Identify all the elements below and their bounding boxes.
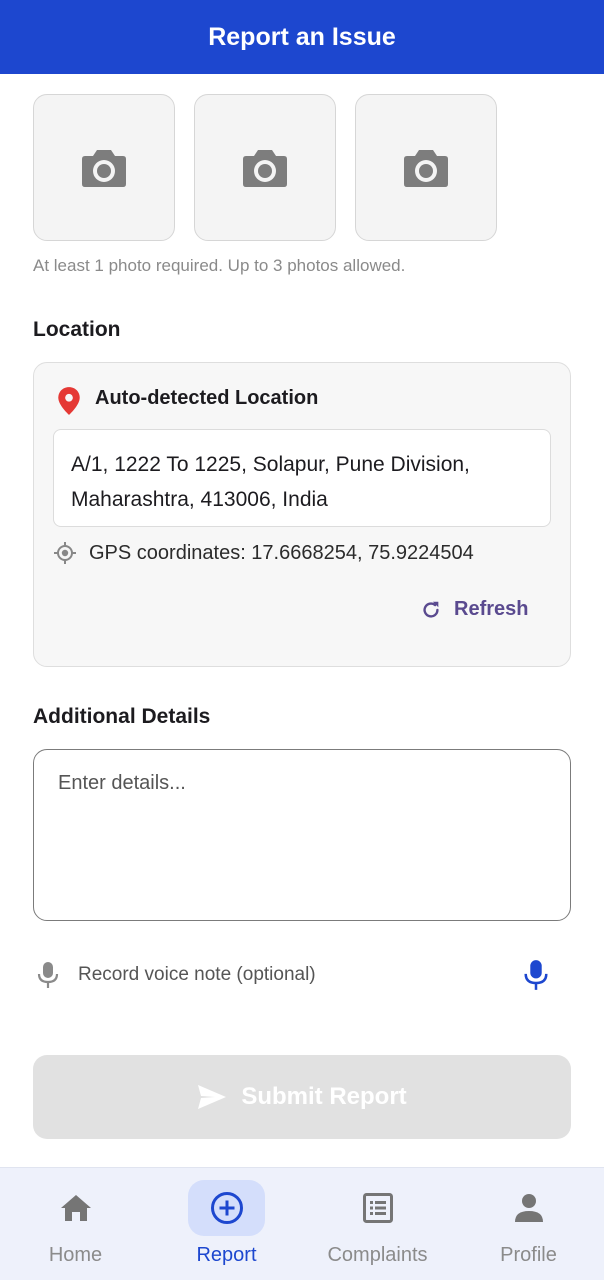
photo-slot-2[interactable] [194,94,336,241]
nav-icon-container [40,1180,112,1236]
camera-icon [404,149,448,187]
details-section-title: Additional Details [33,705,211,728]
nav-icon-container [188,1180,265,1236]
nav-label-complaints: Complaints [327,1244,428,1266]
add-circle-icon [210,1192,243,1224]
address-field: A/1, 1222 To 1225, Solapur, Pune Divisio… [53,429,551,527]
nav-item-home[interactable]: Home [0,1168,151,1281]
nav-label-home: Home [48,1244,103,1266]
gps-coordinates: GPS coordinates: 17.6668254, 75.9224504 [89,542,474,564]
nav-label-profile: Profile [500,1244,557,1266]
refresh-icon [423,601,439,618]
voice-note-label: Record voice note (optional) [78,964,316,985]
location-card: Auto-detected Location A/1, 1222 To 1225… [33,362,571,667]
details-placeholder: Enter details... [58,772,186,794]
camera-icon [243,149,287,187]
gps-target-icon [54,542,76,564]
details-input[interactable]: Enter details... [33,749,571,921]
location-card-title: Auto-detected Location [95,387,319,409]
nav-item-complaints[interactable]: Complaints [302,1168,453,1281]
refresh-label: Refresh [454,598,529,620]
camera-icon [82,149,126,187]
location-pin-icon [58,387,80,415]
submit-report-label: Submit Report [241,1083,407,1110]
person-icon [515,1194,543,1222]
nav-item-profile[interactable]: Profile [453,1168,604,1281]
nav-icon-container [342,1180,414,1236]
photo-helper-text: At least 1 photo required. Up to 3 photo… [33,256,406,275]
list-icon [363,1193,393,1223]
refresh-button[interactable]: Refresh [420,598,528,621]
home-icon [61,1195,91,1221]
photo-slot-1[interactable] [33,94,175,241]
nav-label-report: Report [196,1244,257,1266]
photo-slot-3[interactable] [355,94,497,241]
app-bar: Report an Issue [0,0,604,74]
record-voice-mic-icon[interactable] [523,959,549,991]
send-icon [198,1085,227,1109]
microphone-icon [37,962,59,988]
bottom-navigation: Home Report Complaints Profile [0,1167,604,1280]
location-section-title: Location [33,318,121,341]
page-title: Report an Issue [208,22,396,51]
voice-note-row: Record voice note (optional) [33,955,571,995]
nav-icon-container [493,1180,565,1236]
submit-report-button[interactable]: Submit Report [33,1055,571,1139]
nav-item-report[interactable]: Report [151,1168,302,1281]
